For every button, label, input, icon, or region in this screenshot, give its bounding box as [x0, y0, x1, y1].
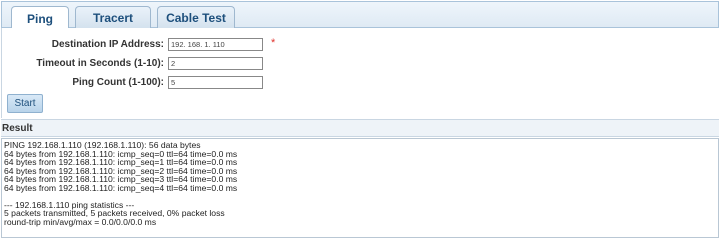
count-row: Ping Count (1-100): 5: [2, 76, 719, 90]
tab-tracert[interactable]: Tracert: [75, 6, 151, 28]
result-line: 64 bytes from 192.168.1.110: icmp_seq=4 …: [4, 182, 238, 193]
tab-bar: Ping Tracert Cable Test: [1, 1, 719, 30]
tab-cable-test[interactable]: Cable Test: [157, 6, 235, 28]
timeout-row: Timeout in Seconds (1-10): 2: [2, 57, 719, 71]
result-output[interactable]: PING 192.168.1.110 (192.168.1.110): 56 d…: [1, 138, 719, 238]
destination-ip-input[interactable]: 192. 168. 1. 110: [168, 38, 263, 51]
result-heading: Result: [1, 119, 719, 137]
timeout-label: Timeout in Seconds (1-10):: [36, 58, 164, 69]
ping-form-panel: Destination IP Address: 192. 168. 1. 110…: [1, 28, 719, 118]
tab-ping[interactable]: Ping: [11, 6, 69, 30]
destination-row: Destination IP Address: 192. 168. 1. 110…: [2, 37, 719, 52]
required-marker: *: [271, 37, 276, 49]
ping-count-input[interactable]: 5: [168, 76, 263, 89]
ping-count-label: Ping Count (1-100):: [72, 77, 164, 88]
destination-label: Destination IP Address:: [51, 39, 164, 50]
result-line: round-trip min/avg/max = 0.0/0.0/0.0 ms: [4, 216, 157, 227]
start-button[interactable]: Start: [7, 94, 43, 113]
timeout-input[interactable]: 2: [168, 57, 263, 70]
